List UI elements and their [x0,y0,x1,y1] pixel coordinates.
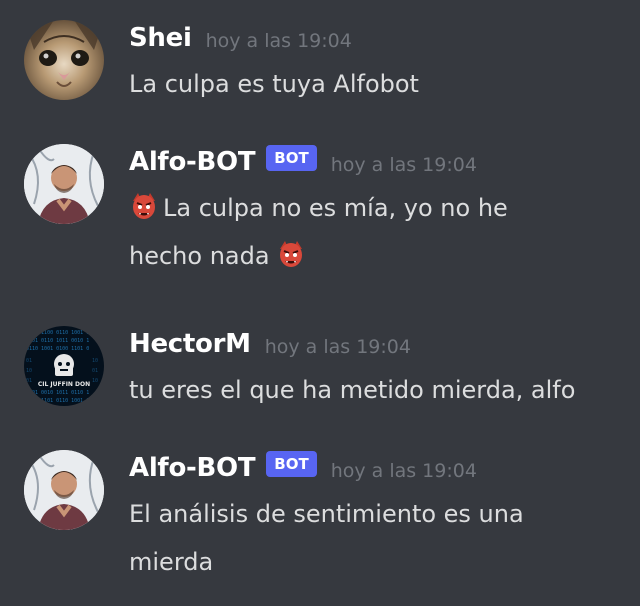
goblin-emoji-icon [279,241,302,267]
goblin-emoji-icon [133,193,155,219]
timestamp: hoy a las 19:04 [330,154,477,176]
avatar[interactable] [24,144,104,224]
message-line: El análisis de sentimiento es una [129,500,524,528]
message-text: La culpa no es mía, yo no he hecho nada [129,184,632,280]
man-avatar-icon [24,450,104,530]
svg-text:10: 10 [92,378,98,384]
svg-text:10: 10 [26,368,32,374]
timestamp: hoy a las 19:04 [264,336,411,358]
svg-text:1101 0010 1011 0110 1: 1101 0010 1011 0110 1 [26,390,89,396]
svg-text:01: 01 [26,358,32,364]
man-avatar-icon [24,144,104,224]
message-line: La culpa no es mía, yo no he [163,194,508,222]
avatar[interactable] [24,450,104,530]
chat-messages: Shei hoy a las 19:04 La culpa es tuya Al… [0,0,640,606]
bot-badge: BOT [266,451,317,477]
message-item: Shei hoy a las 19:04 La culpa es tuya Al… [0,20,640,120]
svg-text:01: 01 [92,368,98,374]
svg-text:01: 01 [26,378,32,384]
bot-badge: BOT [266,145,317,171]
matrix-avatar-icon: 0101 1100 0110 1001 0 1001 0110 1011 001… [24,326,104,406]
svg-text:0010 1101 0110 1001 0: 0010 1101 0110 1001 0 [26,398,89,404]
avatar[interactable] [24,20,104,100]
username[interactable]: Alfo-BOT [129,453,256,483]
message-item: Alfo-BOT BOT hoy a las 19:04 El análisis… [0,450,640,590]
message-text: La culpa es tuya Alfobot [129,70,419,98]
username[interactable]: Shei [129,23,192,53]
svg-text:0101 1100 0110 1001 0: 0101 1100 0110 1001 0 [26,330,89,336]
svg-text:0110 1001 0100 1101 0: 0110 1001 0100 1101 0 [26,346,89,352]
message-text: tu eres el que ha metido mierda, alfo [129,376,576,404]
avatar-caption: CIL JUFFIN DON [38,381,90,388]
timestamp: hoy a las 19:04 [330,460,477,482]
svg-text:1001 0110 1011 0010 1: 1001 0110 1011 0010 1 [26,338,89,344]
username[interactable]: HectorM [129,329,251,359]
svg-text:10: 10 [92,358,98,364]
timestamp: hoy a las 19:04 [205,30,352,52]
avatar[interactable]: 0101 1100 0110 1001 0 1001 0110 1011 001… [24,326,104,406]
username[interactable]: Alfo-BOT [129,147,256,177]
message-text: El análisis de sentimiento es una mierda [129,490,632,586]
message-item: Alfo-BOT BOT hoy a las 19:04 La culpa no… [0,144,640,294]
message-line: mierda [129,548,214,576]
message-item: 0101 1100 0110 1001 0 1001 0110 1011 001… [0,326,640,416]
message-line: hecho nada [129,242,270,270]
cat-avatar-icon [24,20,104,100]
